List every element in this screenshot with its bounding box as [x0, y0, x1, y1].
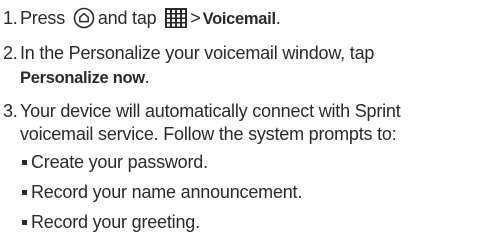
step-1-text: Press and tap > Voicemail. [20, 6, 281, 31]
bullet-item-3-text: Record your greeting. [31, 212, 200, 232]
bullet-item-1-text: Create your password. [31, 152, 208, 172]
instruction-document: 1. Press and tap > Voicemail. 2. In the … [0, 0, 478, 243]
bullet-item-2: Record your name announcement. [22, 180, 302, 204]
step-3-line-1: Your device will automatically connect w… [20, 101, 401, 121]
step-1-number: 1. [3, 8, 18, 28]
step-2-line-2: Personalize now. [20, 65, 150, 90]
bullet-square-icon [22, 219, 27, 225]
step-2-target: Personalize now [20, 69, 145, 87]
step-1-prefix: Press [20, 8, 66, 28]
step-2-number: 2. [3, 43, 18, 63]
step-1-target: Voicemail [202, 10, 276, 28]
bullet-item-1: Create your password. [22, 150, 208, 174]
bullet-square-icon [22, 189, 27, 195]
apps-grid-icon [165, 7, 188, 28]
bullet-square-icon [22, 159, 27, 165]
step-1-middle: and tap [97, 8, 157, 28]
step-3-number: 3. [3, 101, 18, 121]
step-3-line-2: voicemail service. Follow the system pro… [20, 124, 397, 144]
step-1-arrow: > [190, 8, 201, 28]
bullet-item-2-text: Record your name announcement. [31, 182, 303, 202]
step-2-line-1: In the Personalize your voicemail window… [20, 43, 375, 63]
step-1-suffix: . [275, 8, 281, 28]
bullet-item-3: Record your greeting. [22, 210, 200, 234]
step-2-suffix: . [144, 67, 150, 87]
home-button-icon [73, 7, 95, 29]
